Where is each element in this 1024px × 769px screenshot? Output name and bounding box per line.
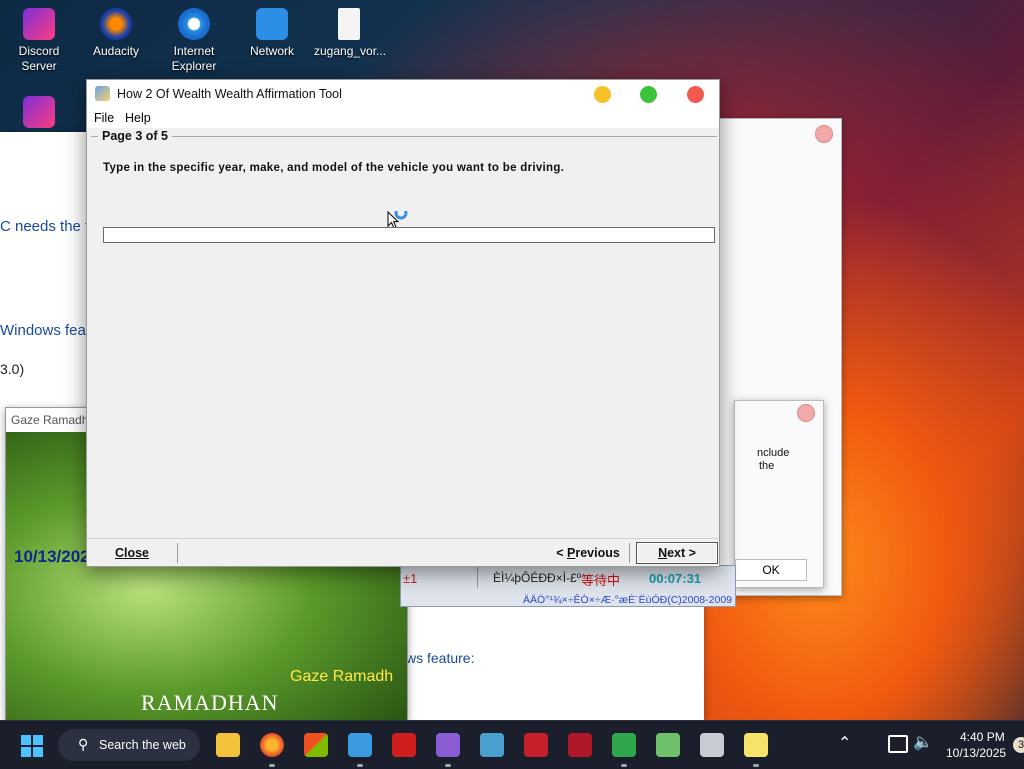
audacity-icon — [100, 8, 132, 40]
internet-explorer-icon — [178, 8, 210, 40]
dialog-text: nclude — [757, 447, 790, 459]
notification-badge[interactable]: 3 — [1013, 737, 1024, 753]
desktop-icon-label: zugang_vor... — [314, 44, 387, 58]
gaze-window-title: Gaze Ramadha — [11, 413, 96, 427]
taskbar: ⚲ Search the web ⌃ 🔈 4:40 PM 10/13/2025 … — [0, 720, 1024, 769]
maximize-icon[interactable] — [640, 86, 657, 103]
status-text: ±1 — [403, 571, 418, 586]
purple-app-icon[interactable] — [436, 733, 460, 757]
chevron-up-icon[interactable]: ⌃ — [838, 733, 851, 753]
window-title: How 2 Of Wealth Wealth Affirmation Tool — [117, 87, 342, 101]
desktop-icon-audacity[interactable]: Audacity — [81, 8, 151, 59]
green-flag-icon[interactable] — [612, 733, 636, 757]
search-icon: ⚲ — [78, 736, 89, 752]
vehicle-answer-input[interactable] — [103, 227, 715, 243]
document-file-icon — [338, 8, 360, 40]
red-app-icon[interactable] — [392, 733, 416, 757]
status-waiting: 等待中 — [581, 573, 621, 588]
menu-file[interactable]: File — [94, 111, 114, 125]
previous-label-prefix: < — [556, 546, 567, 560]
browser-text-snippet: C needs the f — [0, 218, 90, 235]
status-text: ÈÌ¼þÔÉÐÐ×Ì-£º — [493, 571, 582, 585]
network-tree-icon[interactable] — [480, 733, 504, 757]
file-explorer-icon[interactable] — [216, 733, 240, 757]
ramadhan-label: RAMADHAN — [141, 690, 279, 715]
next-button[interactable]: Next > — [636, 542, 718, 564]
status-timer: 00:07:31 — [649, 571, 702, 586]
dialog-text: the — [759, 460, 775, 472]
menu-bar: File Help — [87, 108, 719, 128]
app-window-icon[interactable] — [348, 733, 372, 757]
running-indicator — [621, 764, 627, 767]
microsoft-store-icon[interactable] — [304, 733, 328, 757]
desktop-icon-network[interactable]: Network — [237, 8, 307, 59]
browser-text-snippet: ws feature: — [406, 650, 475, 666]
notes-app-icon[interactable] — [744, 733, 768, 757]
discord-server-icon — [23, 96, 55, 128]
page-group: Page 3 of 5 Type in the specific year, m… — [91, 129, 717, 537]
network-status-icon[interactable] — [888, 735, 908, 753]
network-icon — [256, 8, 288, 40]
affirmation-tool-window[interactable]: How 2 Of Wealth Wealth Affirmation Tool … — [86, 79, 720, 567]
next-label-rest: ext > — [667, 546, 696, 560]
clock-date[interactable]: 10/13/2025 — [946, 746, 1006, 760]
page-indicator: Page 3 of 5 — [98, 129, 172, 143]
desktop-icon-discord[interactable]: Discord Server — [4, 8, 74, 74]
gaze-date: 10/13/202 — [14, 547, 90, 566]
app-icon — [95, 86, 110, 101]
status-footer: ÄÄÖ°¹¾×÷ÊÒ×÷Æ·°æÈ¨ËùÓÐ(C)2008-2009 — [523, 594, 733, 606]
close-icon[interactable] — [797, 404, 815, 422]
pdf-app-icon[interactable] — [524, 733, 548, 757]
archive-app-icon[interactable] — [700, 733, 724, 757]
firefox-icon[interactable] — [260, 733, 284, 757]
title-bar[interactable]: How 2 Of Wealth Wealth Affirmation Tool — [87, 80, 719, 108]
start-windows-icon[interactable] — [20, 734, 44, 758]
desktop-icon-zugang[interactable]: zugang_vor... — [314, 8, 387, 59]
desktop-icon-internet-explorer[interactable]: Internet Explorer — [159, 8, 229, 74]
previous-label-rest: revious — [575, 546, 620, 560]
desktop-icon-label: Internet Explorer — [171, 44, 217, 73]
gaze-caption: Gaze Ramadh — [290, 668, 394, 685]
desktop-icon-label: Network — [249, 44, 294, 58]
background-dialog-ok: nclude the OK — [734, 400, 824, 588]
browser-text-snippet: Windows feat — [0, 322, 91, 339]
close-icon[interactable] — [687, 86, 704, 103]
clock-time[interactable]: 4:40 PM — [960, 730, 1005, 744]
desktop-icon-label: Discord Server — [18, 44, 60, 73]
browser-text-snippet: 3.0) — [0, 361, 25, 377]
volume-icon[interactable]: 🔈 — [913, 732, 933, 752]
minimize-icon[interactable] — [594, 86, 611, 103]
running-indicator — [753, 764, 759, 767]
running-indicator — [269, 764, 275, 767]
background-status-bar: ±1 ÈÌ¼þÔÉÐÐ×Ì-£º 等待中 00:07:31 ÄÄÖ°¹¾×÷ÊÒ… — [400, 565, 736, 607]
image-app-icon[interactable] — [656, 733, 680, 757]
next-label-accel: N — [658, 546, 668, 560]
close-button[interactable]: Close — [87, 543, 178, 563]
discord-server-icon — [23, 8, 55, 40]
desktop-icon-label: Audacity — [92, 44, 140, 58]
menu-help[interactable]: Help — [125, 111, 151, 125]
previous-button[interactable]: < Previous — [547, 543, 630, 563]
running-indicator — [445, 764, 451, 767]
red-tool-icon[interactable] — [568, 733, 592, 757]
search-label: Search the web — [99, 738, 186, 752]
ok-button[interactable]: OK — [735, 559, 807, 581]
taskbar-search-box[interactable]: ⚲ Search the web — [58, 729, 200, 761]
question-prompt: Type in the specific year, make, and mod… — [103, 162, 565, 174]
close-icon[interactable] — [815, 125, 833, 143]
desktop-icon-discord-2[interactable] — [4, 96, 74, 132]
running-indicator — [357, 764, 363, 767]
